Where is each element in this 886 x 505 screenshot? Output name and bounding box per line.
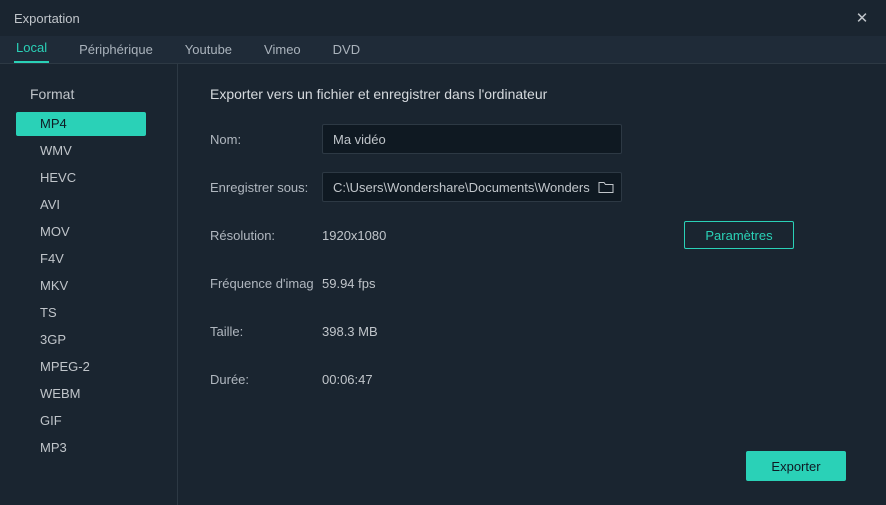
row-framerate: Fréquence d'imag 59.94 fps xyxy=(210,268,854,298)
format-mkv[interactable]: MKV xyxy=(16,274,146,298)
titlebar: Exportation ✕ xyxy=(0,0,886,36)
row-saveas: Enregistrer sous: C:\Users\Wondershare\D… xyxy=(210,172,854,202)
tab-dvd[interactable]: DVD xyxy=(331,42,362,63)
main-heading: Exporter vers un fichier et enregistrer … xyxy=(210,86,854,102)
window-title: Exportation xyxy=(14,11,80,26)
format-webm[interactable]: WEBM xyxy=(16,382,146,406)
format-ts[interactable]: TS xyxy=(16,301,146,325)
row-size: Taille: 398.3 MB xyxy=(210,316,854,346)
format-wmv[interactable]: WMV xyxy=(16,139,146,163)
format-mpeg2[interactable]: MPEG-2 xyxy=(16,355,146,379)
main-panel: Exporter vers un fichier et enregistrer … xyxy=(178,64,886,505)
format-3gp[interactable]: 3GP xyxy=(16,328,146,352)
resolution-label: Résolution: xyxy=(210,228,322,243)
saveas-field[interactable]: C:\Users\Wondershare\Documents\Wonders xyxy=(322,172,622,202)
content: Format MP4 WMV HEVC AVI MOV F4V MKV TS 3… xyxy=(0,64,886,505)
folder-icon[interactable] xyxy=(597,178,615,196)
row-resolution: Résolution: 1920x1080 Paramètres xyxy=(210,220,854,250)
name-input[interactable] xyxy=(322,124,622,154)
framerate-label: Fréquence d'imag xyxy=(210,276,322,291)
sidebar-heading: Format xyxy=(30,86,163,102)
format-f4v[interactable]: F4V xyxy=(16,247,146,271)
tab-youtube[interactable]: Youtube xyxy=(183,42,234,63)
name-label: Nom: xyxy=(210,132,322,147)
size-label: Taille: xyxy=(210,324,322,339)
duration-value: 00:06:47 xyxy=(322,372,373,387)
settings-button[interactable]: Paramètres xyxy=(684,221,794,249)
tab-bar: Local Périphérique Youtube Vimeo DVD xyxy=(0,36,886,64)
sidebar: Format MP4 WMV HEVC AVI MOV F4V MKV TS 3… xyxy=(0,64,178,505)
close-icon[interactable]: ✕ xyxy=(852,8,872,28)
size-value: 398.3 MB xyxy=(322,324,378,339)
row-duration: Durée: 00:06:47 xyxy=(210,364,854,394)
resolution-value: 1920x1080 xyxy=(322,228,386,243)
tab-peripherique[interactable]: Périphérique xyxy=(77,42,155,63)
export-button[interactable]: Exporter xyxy=(746,451,846,481)
tab-local[interactable]: Local xyxy=(14,40,49,63)
duration-label: Durée: xyxy=(210,372,322,387)
framerate-value: 59.94 fps xyxy=(322,276,376,291)
format-mp4[interactable]: MP4 xyxy=(16,112,146,136)
format-mov[interactable]: MOV xyxy=(16,220,146,244)
row-name: Nom: xyxy=(210,124,854,154)
format-hevc[interactable]: HEVC xyxy=(16,166,146,190)
saveas-label: Enregistrer sous: xyxy=(210,180,322,195)
saveas-path: C:\Users\Wondershare\Documents\Wonders xyxy=(333,180,591,195)
tab-vimeo[interactable]: Vimeo xyxy=(262,42,303,63)
format-list: MP4 WMV HEVC AVI MOV F4V MKV TS 3GP MPEG… xyxy=(16,112,163,460)
format-avi[interactable]: AVI xyxy=(16,193,146,217)
format-gif[interactable]: GIF xyxy=(16,409,146,433)
format-mp3[interactable]: MP3 xyxy=(16,436,146,460)
